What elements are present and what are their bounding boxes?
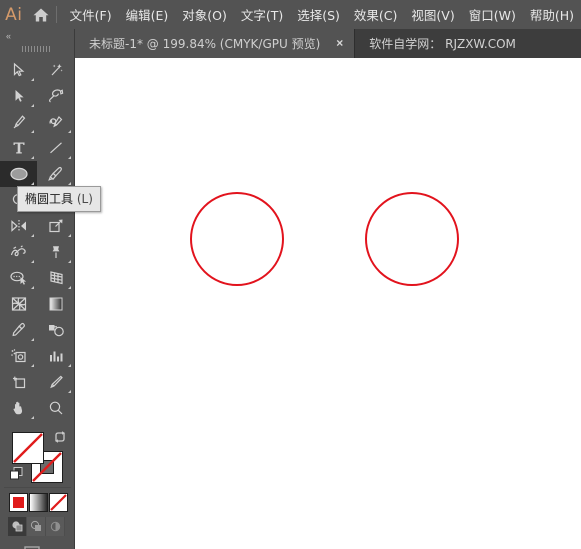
ellipse-left xyxy=(190,192,284,286)
tool-flyout-indicator xyxy=(68,156,71,159)
perspective-grid-tool[interactable] xyxy=(37,265,74,291)
draw-normal-button[interactable] xyxy=(8,517,27,536)
draw-inside-button[interactable] xyxy=(46,517,65,536)
illustrator-window: Ai 文件(F) 编辑(E) 对象(O) 文字(T) 选择(S) 效果(C) 视… xyxy=(0,0,581,549)
menu-item-help[interactable]: 帮助(H) xyxy=(523,0,581,29)
fill-stroke-swatches xyxy=(0,407,75,483)
gradient-button[interactable] xyxy=(29,493,48,512)
tab-watermark[interactable]: 软件自学网： RJZXW.COM xyxy=(355,29,530,58)
menu-bar: Ai 文件(F) 编辑(E) 对象(O) 文字(T) 选择(S) 效果(C) 视… xyxy=(0,0,581,29)
rotate-tool[interactable] xyxy=(0,213,37,239)
magic-wand-tool[interactable] xyxy=(37,57,74,83)
panel-drag-handle[interactable] xyxy=(0,43,74,55)
paint-mode-buttons xyxy=(9,493,68,512)
default-fill-stroke-icon[interactable] xyxy=(10,467,23,480)
ellipse-right xyxy=(365,192,459,286)
pen-tool[interactable] xyxy=(0,109,37,135)
none-button[interactable] xyxy=(49,493,68,512)
tools-panel: « xyxy=(0,29,75,549)
draw-behind-button[interactable] xyxy=(27,517,46,536)
free-transform-tool[interactable] xyxy=(37,239,74,265)
tool-grid xyxy=(0,57,74,421)
mesh-tool[interactable] xyxy=(0,291,37,317)
menu-item-view[interactable]: 视图(V) xyxy=(404,0,461,29)
tool-flyout-indicator xyxy=(31,260,34,263)
blend-tool[interactable] xyxy=(37,317,74,343)
curvature-tool[interactable] xyxy=(37,109,74,135)
menu-divider xyxy=(55,6,57,23)
tool-flyout-indicator xyxy=(68,130,71,133)
menu-item-edit[interactable]: 编辑(E) xyxy=(119,0,176,29)
direct-selection-tool[interactable] xyxy=(0,83,37,109)
tool-flyout-indicator xyxy=(68,286,71,289)
tool-flyout-indicator xyxy=(31,286,34,289)
tooltip-label: 椭圆工具 xyxy=(25,192,74,206)
collapse-panel-icon[interactable]: « xyxy=(0,29,74,43)
draw-mode-buttons xyxy=(8,517,65,536)
menu-item-window[interactable]: 窗口(W) xyxy=(462,0,523,29)
tab-label: 未标题-1* @ 199.84% (CMYK/GPU 预览) xyxy=(89,37,321,51)
artboard-tool[interactable] xyxy=(0,369,37,395)
gradient-tool[interactable] xyxy=(37,291,74,317)
tool-flyout-indicator xyxy=(68,364,71,367)
tool-flyout-indicator xyxy=(31,78,34,81)
solid-color-icon xyxy=(13,497,24,508)
home-icon[interactable] xyxy=(28,0,54,29)
toolbar-divider xyxy=(4,487,71,488)
document-tab-bar: 未标题-1* @ 199.84% (CMYK/GPU 预览) × 软件自学网： … xyxy=(75,29,581,58)
tool-flyout-indicator xyxy=(31,234,34,237)
line-segment-tool[interactable] xyxy=(37,135,74,161)
selection-tool[interactable] xyxy=(0,57,37,83)
fill-swatch[interactable] xyxy=(12,432,44,464)
color-button[interactable] xyxy=(9,493,28,512)
color-controls xyxy=(0,407,75,549)
tool-flyout-indicator xyxy=(68,260,71,263)
tool-flyout-indicator xyxy=(31,364,34,367)
tool-flyout-indicator xyxy=(31,104,34,107)
tab-label: 软件自学网： RJZXW.COM xyxy=(369,37,516,51)
tool-flyout-indicator xyxy=(31,338,34,341)
ellipse-tool[interactable] xyxy=(0,161,37,187)
tool-flyout-indicator xyxy=(31,156,34,159)
tooltip-ellipse-tool: 椭圆工具 (L) xyxy=(17,186,101,212)
tooltip-shortcut: (L) xyxy=(76,192,93,206)
tool-flyout-indicator xyxy=(31,130,34,133)
menu-item-object[interactable]: 对象(O) xyxy=(175,0,234,29)
scale-tool[interactable] xyxy=(37,213,74,239)
tool-flyout-indicator xyxy=(68,390,71,393)
menu-item-type[interactable]: 文字(T) xyxy=(234,0,290,29)
shape-builder-tool[interactable] xyxy=(0,265,37,291)
eyedropper-tool[interactable] xyxy=(0,317,37,343)
tab-untitled-1[interactable]: 未标题-1* @ 199.84% (CMYK/GPU 预览) × xyxy=(75,29,356,58)
lasso-tool[interactable] xyxy=(37,83,74,109)
swap-fill-stroke-icon[interactable] xyxy=(53,430,67,444)
menu-item-file[interactable]: 文件(F) xyxy=(63,0,119,29)
slice-tool[interactable] xyxy=(37,369,74,395)
type-tool[interactable] xyxy=(0,135,37,161)
column-graph-tool[interactable] xyxy=(37,343,74,369)
symbol-sprayer-tool[interactable] xyxy=(0,343,37,369)
none-slash-icon xyxy=(13,433,43,463)
paintbrush-tool[interactable] xyxy=(37,161,74,187)
width-tool[interactable] xyxy=(0,239,37,265)
artboard-canvas[interactable] xyxy=(75,58,581,549)
tool-flyout-indicator xyxy=(68,234,71,237)
tool-flyout-indicator xyxy=(31,182,34,185)
app-logo: Ai xyxy=(5,4,23,25)
tool-flyout-indicator xyxy=(68,182,71,185)
menu-item-select[interactable]: 选择(S) xyxy=(290,0,347,29)
change-screen-mode-button[interactable] xyxy=(24,545,52,549)
menu-item-effect[interactable]: 效果(C) xyxy=(347,0,404,29)
close-icon[interactable]: × xyxy=(320,29,354,58)
